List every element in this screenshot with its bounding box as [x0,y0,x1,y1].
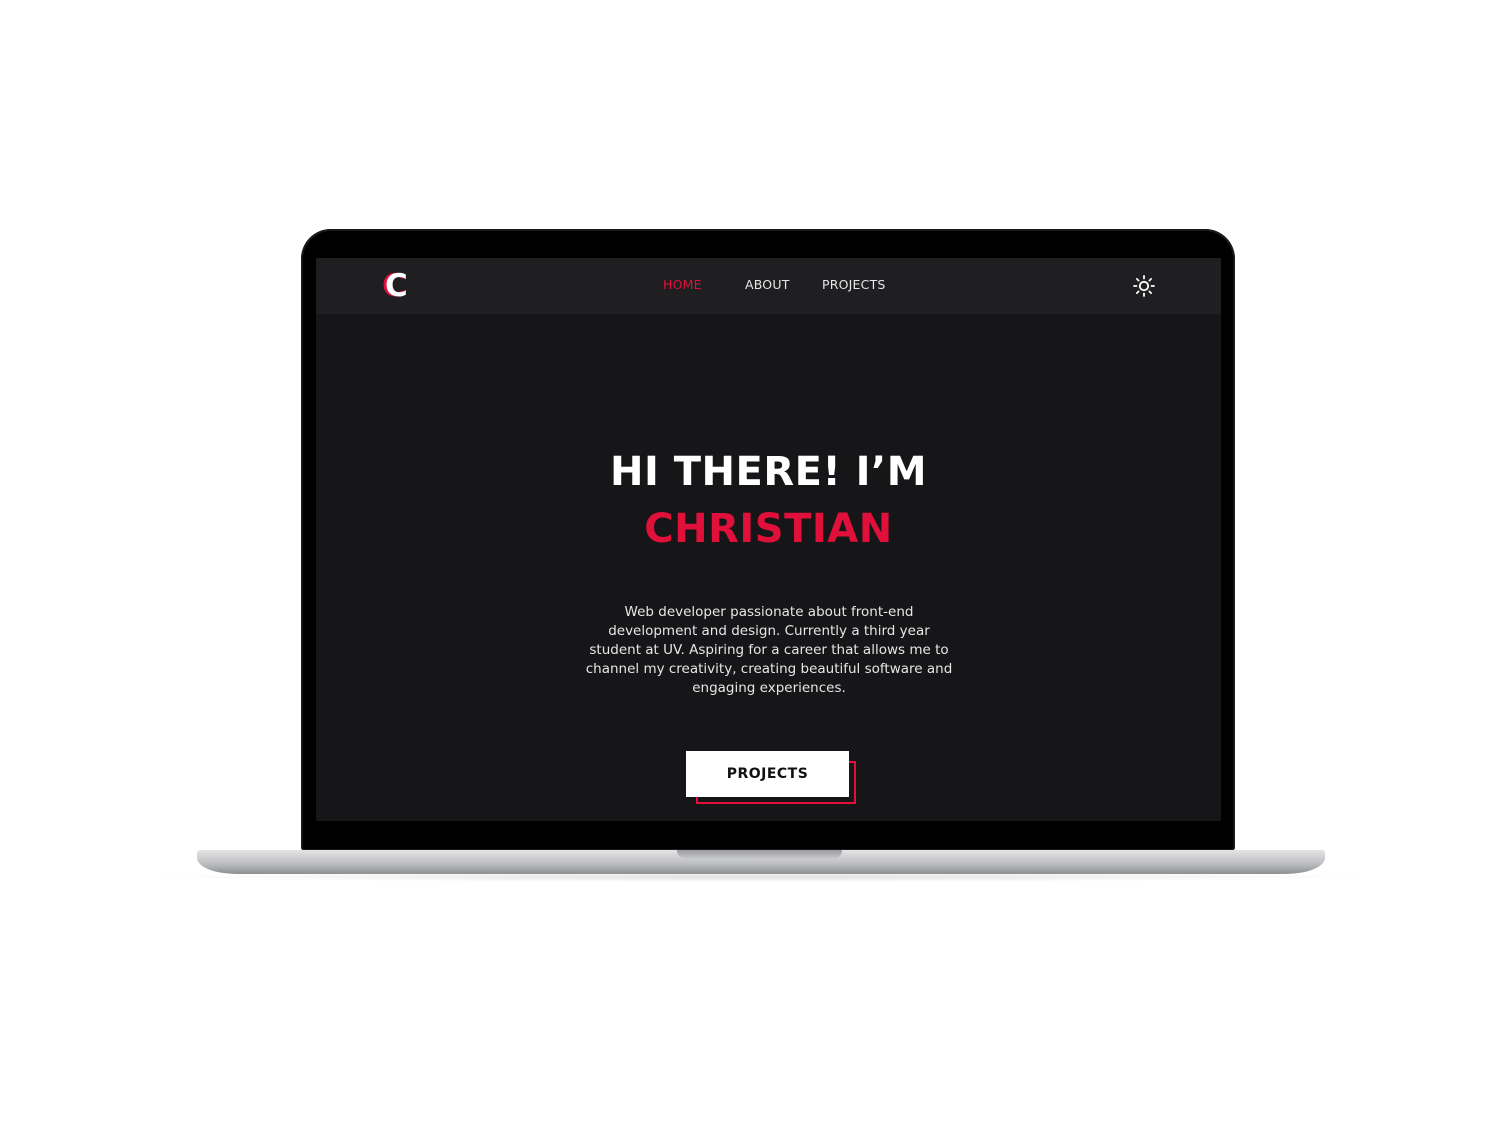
laptop-hinge-notch [677,850,842,859]
hero-name: CHRISTIAN [644,506,893,552]
hero-description: Web developer passionate about front-end… [585,604,953,696]
nav-links: HOME ABOUT PROJECTS [316,258,1221,314]
projects-button[interactable]: PROJECTS [686,751,849,797]
hero-title: HI THERE! I’M [609,449,928,495]
theme-toggle-button[interactable] [1131,273,1157,299]
nav-item-projects[interactable]: PROJECTS [822,277,886,292]
sun-icon [1133,275,1155,297]
navbar: C C HOME ABOUT PROJECTS [316,258,1221,314]
nav-item-home[interactable]: HOME [663,277,702,292]
website-screen: C C HOME ABOUT PROJECTS HI THERE! I’M CH… [316,258,1221,821]
laptop-mockup: C C HOME ABOUT PROJECTS HI THERE! I’M CH… [0,0,1500,1125]
nav-item-about[interactable]: ABOUT [745,277,790,292]
cta-container: PROJECTS [686,751,860,808]
